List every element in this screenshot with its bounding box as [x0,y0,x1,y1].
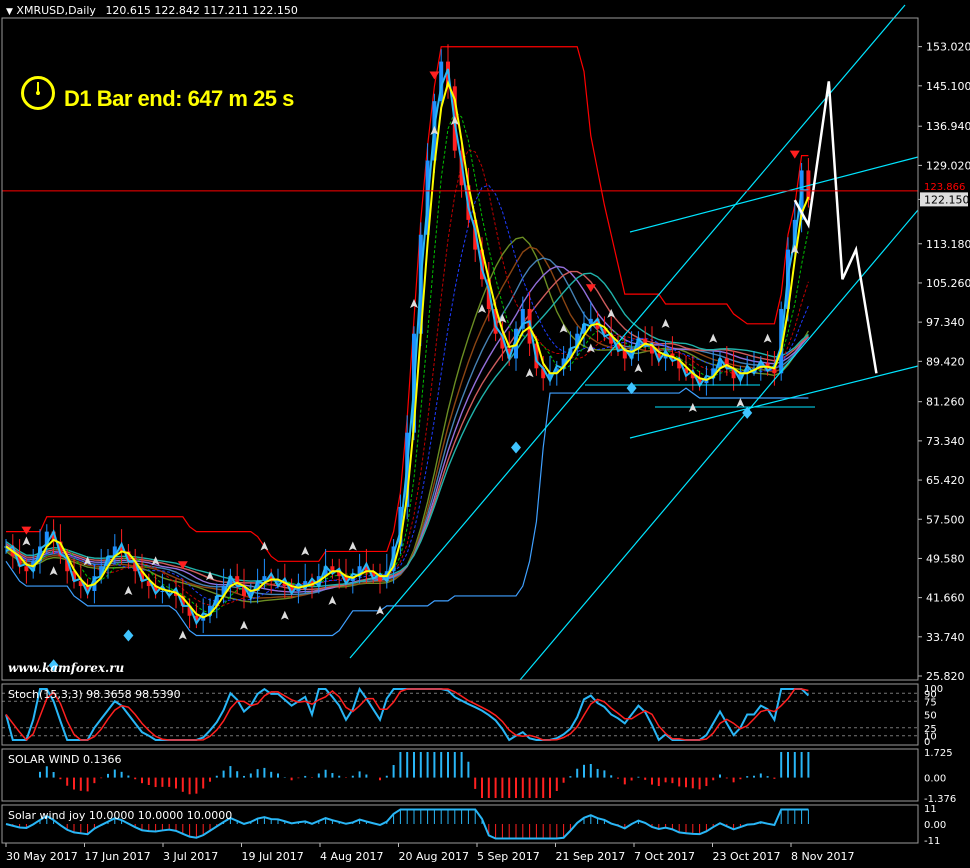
date-tick-label: 30 May 2017 [6,850,78,863]
price-tick-label: 105.260 [926,277,970,290]
price-tick-label: 97.340 [926,316,965,329]
solar-wind-joy-title: Solar wind joy 10.0000 10.0000 10.0000 [8,809,233,822]
date-tick-label: 3 Jul 2017 [163,850,218,863]
stoch-axis-label: 50 [924,711,937,722]
price-tick-label: 81.260 [926,396,965,409]
candle-body [588,318,593,324]
candle-body [160,590,165,592]
level-price-label: 123.866 [924,182,965,193]
dropdown-triangle-icon[interactable]: ▼ [6,7,13,17]
candle-body [24,566,29,572]
joy-axis-label: 11 [924,804,937,815]
stoch-title: Stoch(15,3,3) 98.3658 98.5390 [8,688,181,701]
price-tick-label: 113.180 [926,238,970,251]
current-price-text: 122.150 [924,193,970,206]
joy-axis-label: -11 [924,836,940,847]
solar-wind-title: SOLAR WIND 0.1366 [8,753,122,766]
date-tick-label: 5 Sep 2017 [477,850,540,863]
date-tick-label: 7 Oct 2017 [634,850,695,863]
symbol-header: ▼ XMRUSD,Daily 120.615 122.842 117.211 1… [6,4,298,17]
solar-axis-label: 0.00 [924,774,946,785]
bar-end-countdown: D1 Bar end: 647 m 25 s [64,86,294,111]
price-tick-label: 25.820 [926,670,965,683]
symbol-label: XMRUSD,Daily [16,4,96,17]
date-tick-label: 17 Jun 2017 [85,850,151,863]
clock-icon [21,76,55,110]
ohlc-values: 120.615 122.842 117.211 122.150 [105,4,298,17]
date-tick-label: 19 Jul 2017 [242,850,304,863]
date-tick-label: 4 Aug 2017 [320,850,383,863]
watermark: www.kamforex.ru [8,661,125,675]
price-tick-label: 145.100 [926,80,970,93]
price-tick-label: 89.420 [926,355,965,368]
price-tick-label: 73.340 [926,435,965,448]
stoch-axis-label: 75 [924,697,937,708]
date-tick-label: 23 Oct 2017 [713,850,781,863]
stoch-axis-label: 0 [924,737,930,748]
date-tick-label: 20 Aug 2017 [399,850,469,863]
price-tick-label: 33.740 [926,631,965,644]
price-tick-label: 129.020 [926,159,970,172]
price-tick-label: 49.580 [926,552,965,565]
date-tick-label: 8 Nov 2017 [791,850,854,863]
price-tick-label: 153.020 [926,41,970,54]
price-tick-label: 57.500 [926,513,965,526]
joy-axis-label: 0.00 [924,820,946,831]
solar-axis-label: 1.725 [924,748,953,759]
price-tick-label: 65.420 [926,474,965,487]
trading-chart[interactable]: 10090755025100 1.7250.00-1.376 110.00-11… [0,0,970,868]
price-tick-label: 136.940 [926,120,970,133]
price-tick-label: 41.660 [926,592,965,605]
date-tick-label: 21 Sep 2017 [556,850,626,863]
